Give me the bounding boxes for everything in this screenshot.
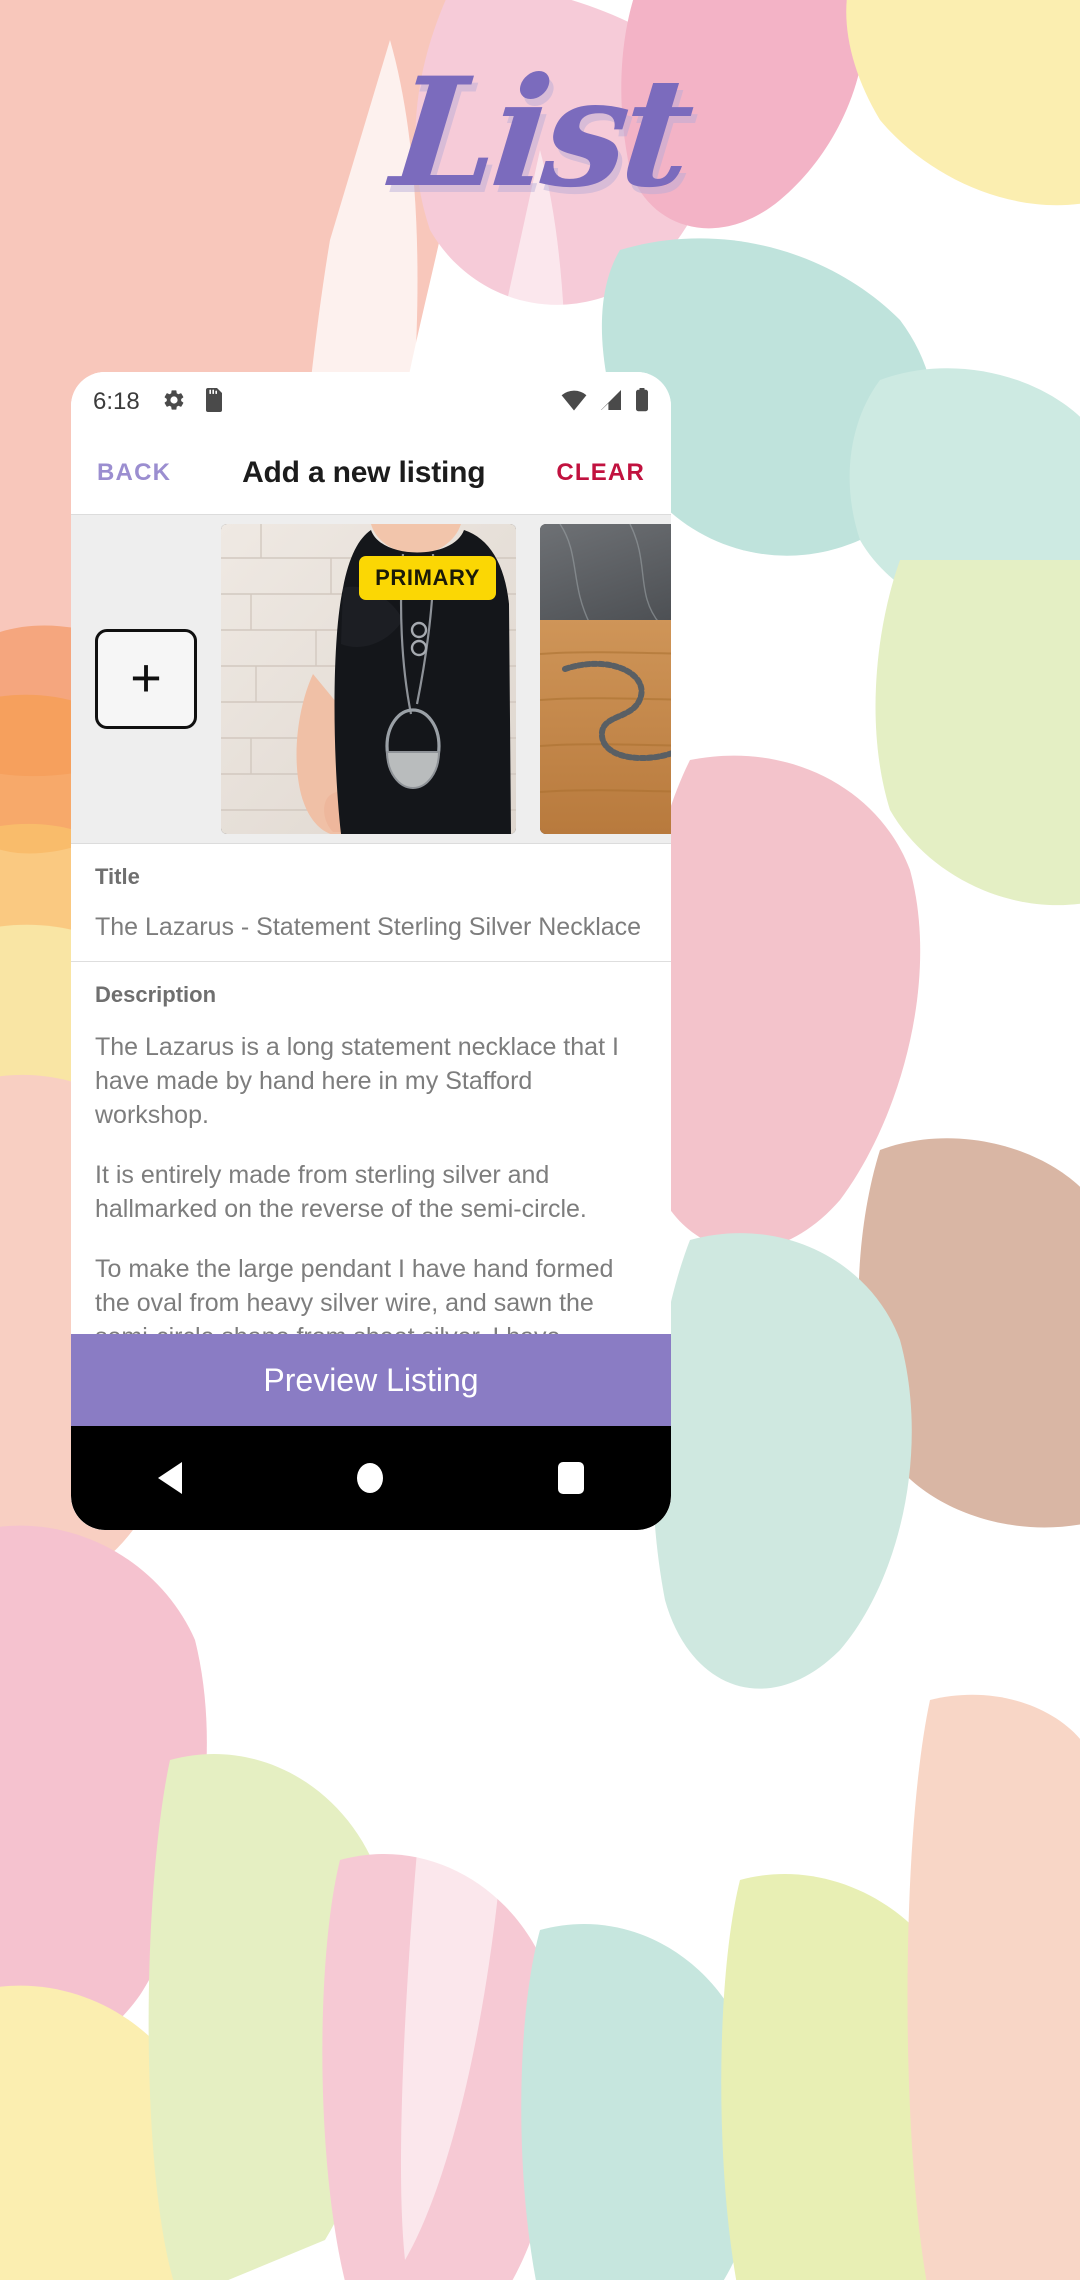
title-field-value[interactable]: The Lazarus - Statement Sterling Silver …	[95, 912, 647, 943]
triangle-back-icon	[158, 1462, 183, 1494]
preview-listing-button[interactable]: Preview Listing	[71, 1334, 671, 1426]
add-photo-button[interactable]: +	[95, 629, 197, 729]
clear-button[interactable]: CLEAR	[556, 459, 645, 487]
phone-mockup: 6:18 BACK Add a new listing CLEAR + PRIM…	[71, 372, 671, 1530]
status-bar-clock: 6:18	[93, 388, 140, 415]
photo-carousel[interactable]: + PRIMARY	[71, 514, 671, 844]
description-paragraph: The Lazarus is a long statement necklace…	[95, 1032, 619, 1129]
gear-icon	[162, 388, 186, 417]
nav-home-button[interactable]	[356, 1463, 383, 1493]
app-bar: BACK Add a new listing CLEAR	[71, 432, 671, 514]
battery-icon	[635, 387, 649, 417]
description-field-label: Description	[95, 981, 217, 1007]
photo-thumbnail-primary[interactable]: PRIMARY	[221, 524, 516, 834]
primary-badge: PRIMARY	[359, 556, 496, 600]
title-field-label: Title	[95, 864, 140, 889]
preview-listing-label: Preview Listing	[263, 1361, 479, 1398]
status-bar: 6:18	[71, 372, 671, 432]
description-paragraph: It is entirely made from sterling silver…	[95, 1160, 587, 1223]
square-recents-icon	[557, 1462, 584, 1494]
title-field[interactable]: Title The Lazarus - Statement Sterling S…	[71, 844, 671, 962]
nav-back-button[interactable]	[158, 1462, 183, 1494]
cellular-signal-icon	[599, 389, 623, 416]
photo-thumbnail-secondary[interactable]	[540, 524, 671, 834]
sd-card-icon	[204, 387, 224, 417]
wifi-icon	[561, 389, 587, 416]
status-bar-left-icons	[162, 387, 224, 417]
nav-recents-button[interactable]	[557, 1462, 584, 1494]
status-bar-right-icons	[561, 387, 649, 417]
circle-home-icon	[356, 1463, 383, 1493]
back-button[interactable]: BACK	[97, 459, 171, 487]
android-navigation-bar	[71, 1426, 671, 1530]
page-title: Add a new listing	[242, 456, 486, 489]
